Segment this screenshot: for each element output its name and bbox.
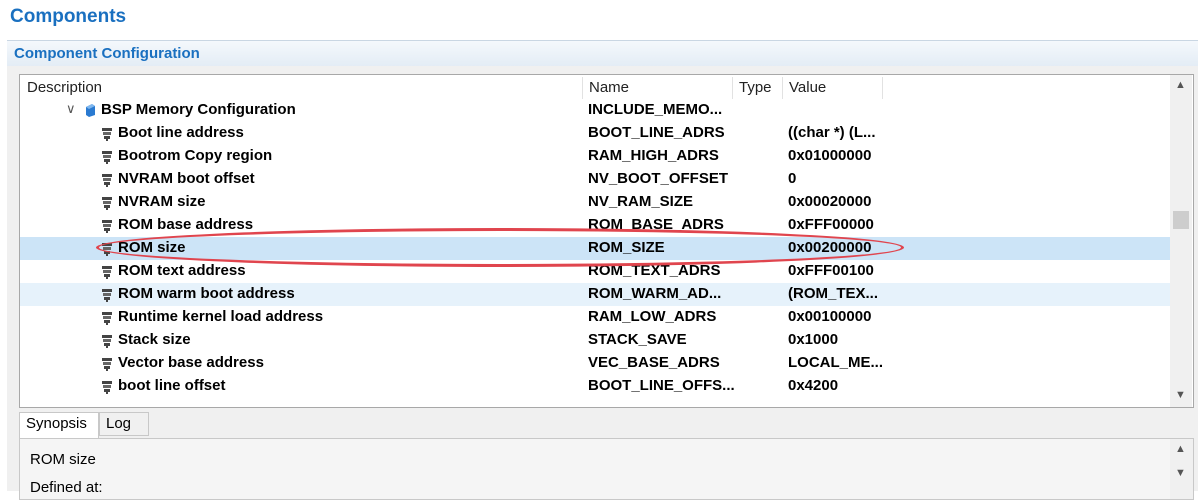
row-value: LOCAL_ME...: [788, 354, 884, 371]
header-name[interactable]: Name: [589, 79, 629, 96]
row-name: ROM_WARM_AD...: [588, 285, 722, 302]
parameter-icon: [102, 151, 112, 164]
parameter-icon: [102, 381, 112, 394]
parameter-icon: [102, 220, 112, 233]
group-name: INCLUDE_MEMO...: [588, 101, 723, 118]
table-row[interactable]: Boot line address BOOT_LINE_ADRS ((char *)…: [20, 122, 1170, 145]
row-description: Boot line address: [118, 124, 244, 141]
row-description: Bootrom Copy region: [118, 147, 273, 164]
header-type[interactable]: Type: [739, 79, 772, 96]
title-bar: Components: [0, 0, 1198, 40]
scroll-up-arrow-icon[interactable]: ▲: [1175, 79, 1186, 91]
parameter-icon: [102, 312, 112, 325]
header-value[interactable]: Value: [789, 79, 826, 96]
table-row[interactable]: Vector base address VEC_BASE_ADRS LOCAL_ME…: [20, 352, 1170, 375]
scroll-down-arrow-icon[interactable]: ▼: [1175, 389, 1186, 401]
table-row[interactable]: Stack size STACK_SAVE 0x1000: [20, 329, 1170, 352]
row-name: VEC_BASE_ADRS: [588, 354, 720, 371]
row-name: STACK_SAVE: [588, 331, 687, 348]
parameter-icon: [102, 243, 112, 256]
parameter-icon: [102, 174, 112, 187]
table-row[interactable]: NVRAM boot offset NV_BOOT_OFFSET 0: [20, 168, 1170, 191]
chevron-down-icon[interactable]: ∨: [66, 101, 76, 117]
row-description: ROM size: [118, 239, 186, 256]
component-configuration-panel: Description Name Type Value ∨ BSP Memory…: [7, 66, 1198, 500]
row-value: 0x00200000: [788, 239, 872, 256]
synopsis-scrollbar[interactable]: ▲ ▼: [1170, 439, 1192, 499]
row-value: 0x4200: [788, 377, 839, 394]
row-description: Runtime kernel load address: [118, 308, 324, 325]
group-row-bsp-memory[interactable]: ∨ BSP Memory Configuration INCLUDE_MEMO.…: [20, 99, 1170, 122]
parameter-icon: [102, 358, 112, 371]
row-name: BOOT_LINE_OFFS...: [588, 377, 735, 394]
row-name: BOOT_LINE_ADRS: [588, 124, 725, 141]
header-divider[interactable]: [882, 77, 883, 99]
table-row[interactable]: ROM text address ROM_TEXT_ADRS 0xFFF00100: [20, 260, 1170, 283]
scroll-thumb[interactable]: [1173, 211, 1189, 229]
parameter-icon: [102, 197, 112, 210]
synopsis-content: ROM size Defined at:: [20, 439, 1170, 499]
parameter-icon: [102, 289, 112, 302]
row-description: NVRAM size: [118, 193, 206, 210]
scroll-up-arrow-icon[interactable]: ▲: [1175, 443, 1186, 455]
table-row[interactable]: ROM base address ROM_BASE_ADRS 0xFFF00000: [20, 214, 1170, 237]
row-name: ROM_TEXT_ADRS: [588, 262, 721, 279]
row-value: ((char *) (L...: [788, 124, 876, 141]
synopsis-defined-at: Defined at:: [30, 479, 103, 496]
parameter-icon: [102, 335, 112, 348]
row-description: ROM base address: [118, 216, 254, 233]
row-value: 0x00100000: [788, 308, 872, 325]
table-row[interactable]: Runtime kernel load address RAM_LOW_ADRS 0…: [20, 306, 1170, 329]
row-value: 0xFFF00100: [788, 262, 874, 279]
row-name: RAM_HIGH_ADRS: [588, 147, 719, 164]
row-value: 0x1000: [788, 331, 839, 348]
row-description: Stack size: [118, 331, 191, 348]
table-row[interactable]: ROM warm boot address ROM_WARM_AD... (ROM_…: [20, 283, 1170, 306]
row-description: boot line offset: [118, 377, 226, 394]
scroll-down-arrow-icon[interactable]: ▼: [1175, 467, 1186, 479]
row-value: 0xFFF00000: [788, 216, 874, 233]
section-title: Component Configuration: [14, 45, 200, 62]
tab-log[interactable]: Log: [99, 412, 149, 436]
parameter-icon: [102, 128, 112, 141]
table-header: Description Name Type Value: [20, 75, 1170, 99]
table-row[interactable]: ROM size ROM_SIZE 0x00200000: [20, 237, 1170, 260]
row-description: NVRAM boot offset: [118, 170, 255, 187]
component-group-icon: [86, 104, 95, 117]
row-name: ROM_SIZE: [588, 239, 665, 256]
component-tree-table: Description Name Type Value ∨ BSP Memory…: [19, 74, 1194, 408]
row-name: NV_BOOT_OFFSET: [588, 170, 729, 187]
synopsis-title: ROM size: [30, 451, 96, 468]
row-name: ROM_BASE_ADRS: [588, 216, 724, 233]
table-row[interactable]: boot line offset BOOT_LINE_OFFS... 0x4200: [20, 375, 1170, 398]
tab-synopsis[interactable]: Synopsis: [19, 412, 99, 438]
row-name: RAM_LOW_ADRS: [588, 308, 717, 325]
row-value: 0: [788, 170, 797, 187]
header-divider[interactable]: [732, 77, 733, 99]
row-description: ROM text address: [118, 262, 246, 279]
table-row[interactable]: Bootrom Copy region RAM_HIGH_ADRS 0x010000…: [20, 145, 1170, 168]
row-name: NV_RAM_SIZE: [588, 193, 694, 210]
section-header: Component Configuration: [7, 40, 1198, 67]
window-title: Components: [10, 6, 127, 27]
row-description: ROM warm boot address: [118, 285, 295, 302]
row-value: 0x00020000: [788, 193, 872, 210]
header-divider[interactable]: [782, 77, 783, 99]
header-divider[interactable]: [582, 77, 583, 99]
tree-vertical-scrollbar[interactable]: ▲ ▼: [1170, 75, 1192, 407]
row-value: 0x01000000: [788, 147, 872, 164]
row-value: (ROM_TEX...: [788, 285, 879, 302]
row-description: Vector base address: [118, 354, 264, 371]
table-row[interactable]: NVRAM size NV_RAM_SIZE 0x00020000: [20, 191, 1170, 214]
group-label: BSP Memory Configuration: [101, 101, 296, 118]
parameter-icon: [102, 266, 112, 279]
header-description[interactable]: Description: [27, 79, 102, 96]
